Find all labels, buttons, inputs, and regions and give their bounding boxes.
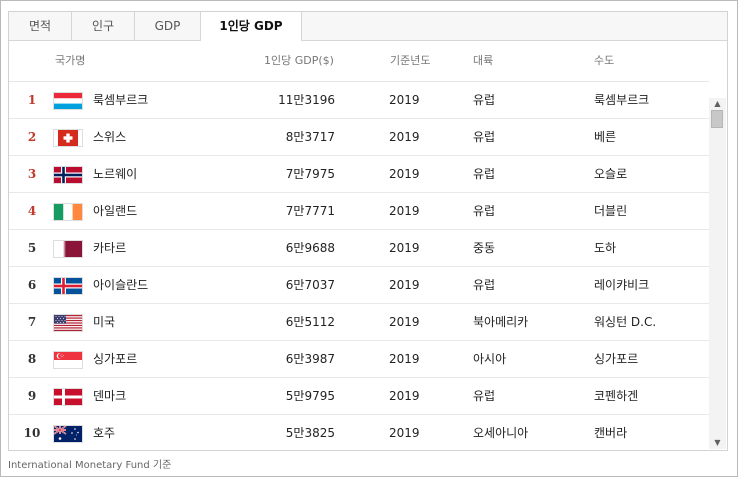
gdp-value: 7만7771 <box>285 204 335 218</box>
qatar-flag-icon <box>53 240 83 258</box>
capital[interactable]: 워싱턴 D.C. <box>594 304 656 341</box>
continent: 유럽 <box>473 204 496 218</box>
norway-flag-icon <box>53 166 83 184</box>
country-name[interactable]: 룩셈부르크 <box>93 82 148 119</box>
header-capital: 수도 <box>594 54 615 67</box>
base-year: 2019 <box>389 130 420 144</box>
table-row[interactable]: 5 카타르 6만9688 2019 중동 도하 <box>9 230 709 267</box>
capital[interactable]: 룩셈부르크 <box>594 82 649 119</box>
continent: 북아메리카 <box>473 315 529 329</box>
rank-number: 10 <box>23 426 41 440</box>
continent: 유럽 <box>473 167 496 181</box>
gdp-value: 6만9688 <box>285 241 335 255</box>
gdp-value: 5만9795 <box>285 389 335 403</box>
header-year: 기준년도 <box>390 54 431 67</box>
table-row[interactable]: 3 노르웨이 7만7975 2019 유럽 오슬로 <box>9 156 709 193</box>
widget-frame: 면적 인구 GDP 1인당 GDP 국가명 1인당 GDP($) 기준년도 대륙… <box>0 0 738 477</box>
ireland-flag-icon <box>53 203 83 221</box>
scroll-up-icon[interactable]: ▲ <box>709 98 726 110</box>
capital[interactable]: 코펜하겐 <box>594 378 638 415</box>
header-gdp: 1인당 GDP($) <box>264 54 334 67</box>
base-year: 2019 <box>389 315 420 329</box>
base-year: 2019 <box>389 167 420 181</box>
table-row[interactable]: 1 룩셈부르크 11만3196 2019 유럽 룩셈부르크 <box>9 82 709 119</box>
rank-number: 3 <box>27 167 37 181</box>
denmark-flag-icon <box>53 388 83 406</box>
rank-number: 1 <box>27 93 37 107</box>
gdp-value: 6만7037 <box>285 278 335 292</box>
tab-gdp[interactable]: GDP <box>135 12 201 40</box>
tab-gdp-per-capita[interactable]: 1인당 GDP <box>200 12 302 41</box>
country-name[interactable]: 아일랜드 <box>93 193 137 230</box>
iceland-flag-icon <box>53 277 83 295</box>
australia-flag-icon <box>53 425 83 443</box>
country-name[interactable]: 아이슬란드 <box>93 267 148 304</box>
rank-number: 7 <box>27 315 37 329</box>
table-row[interactable]: 4 아일랜드 7만7771 2019 유럽 더블린 <box>9 193 709 230</box>
country-name[interactable]: 미국 <box>93 304 115 341</box>
base-year: 2019 <box>389 426 420 440</box>
country-name[interactable]: 덴마크 <box>93 378 126 415</box>
rank-number: 9 <box>27 389 37 403</box>
base-year: 2019 <box>389 352 420 366</box>
singapore-flag-icon <box>53 351 83 369</box>
ranking-panel: 면적 인구 GDP 1인당 GDP 국가명 1인당 GDP($) 기준년도 대륙… <box>8 11 728 451</box>
base-year: 2019 <box>389 204 420 218</box>
gdp-value: 6만3987 <box>285 352 335 366</box>
continent: 오세아니아 <box>473 426 529 440</box>
table-row[interactable]: 8 싱가포르 6만3987 2019 아시아 싱가포르 <box>9 341 709 378</box>
continent: 중동 <box>473 241 496 255</box>
gdp-value: 11만3196 <box>278 93 335 107</box>
table-row[interactable]: 2 스위스 8만3717 2019 유럽 베른 <box>9 119 709 156</box>
gdp-value: 6만5112 <box>285 315 335 329</box>
capital[interactable]: 도하 <box>594 230 616 267</box>
country-name[interactable]: 호주 <box>93 415 115 450</box>
table-body: 1 룩셈부르크 11만3196 2019 유럽 룩셈부르크 2 스위스 8만3717 2019 유럽… <box>9 82 709 450</box>
rank-number: 4 <box>27 204 37 218</box>
country-name[interactable]: 카타르 <box>93 230 126 267</box>
tab-area[interactable]: 면적 <box>9 12 72 40</box>
table-row[interactable]: 6 아이슬란드 6만7037 2019 유럽 레이캬비크 <box>9 267 709 304</box>
usa-flag-icon <box>53 314 83 332</box>
gdp-value: 7만7975 <box>285 167 335 181</box>
continent: 유럽 <box>473 389 496 403</box>
header-continent: 대륙 <box>473 54 494 67</box>
capital[interactable]: 레이캬비크 <box>594 267 649 304</box>
table-row[interactable]: 7 미국 6만5112 2019 북아메리카 워싱턴 D.C. <box>9 304 709 341</box>
table-row[interactable]: 9 덴마크 5만9795 2019 유럽 코펜하겐 <box>9 378 709 415</box>
country-name[interactable]: 싱가포르 <box>93 341 137 378</box>
table-header: 국가명 1인당 GDP($) 기준년도 대륙 수도 <box>9 40 709 82</box>
gdp-value: 8만3717 <box>285 130 335 144</box>
vertical-scrollbar[interactable]: ▲ ▼ <box>709 98 726 449</box>
scroll-thumb[interactable] <box>711 110 723 128</box>
base-year: 2019 <box>389 93 420 107</box>
rank-number: 6 <box>27 278 37 292</box>
tab-population[interactable]: 인구 <box>72 12 135 40</box>
base-year: 2019 <box>389 389 420 403</box>
rank-number: 5 <box>27 241 37 255</box>
capital[interactable]: 캔버라 <box>594 415 627 450</box>
header-country: 국가명 <box>55 54 86 67</box>
capital[interactable]: 베른 <box>594 119 616 156</box>
continent: 유럽 <box>473 130 496 144</box>
source-note: International Monetary Fund 기준 <box>8 460 172 471</box>
rank-number: 8 <box>27 352 37 366</box>
capital[interactable]: 오슬로 <box>594 156 627 193</box>
capital[interactable]: 더블린 <box>594 193 627 230</box>
gdp-value: 5만3825 <box>285 426 335 440</box>
country-name[interactable]: 스위스 <box>93 119 126 156</box>
base-year: 2019 <box>389 278 420 292</box>
continent: 유럽 <box>473 278 496 292</box>
country-name[interactable]: 노르웨이 <box>93 156 137 193</box>
scroll-down-icon[interactable]: ▼ <box>709 437 726 449</box>
switzerland-flag-icon <box>53 129 83 147</box>
continent: 아시아 <box>473 352 507 366</box>
base-year: 2019 <box>389 241 420 255</box>
continent: 유럽 <box>473 93 496 107</box>
tab-bar: 면적 인구 GDP 1인당 GDP <box>9 12 727 41</box>
table-row[interactable]: 10 호주 5만3825 2019 오세아니아 캔버라 <box>9 415 709 450</box>
luxembourg-flag-icon <box>53 92 83 110</box>
capital[interactable]: 싱가포르 <box>594 341 638 378</box>
rank-number: 2 <box>27 130 37 144</box>
